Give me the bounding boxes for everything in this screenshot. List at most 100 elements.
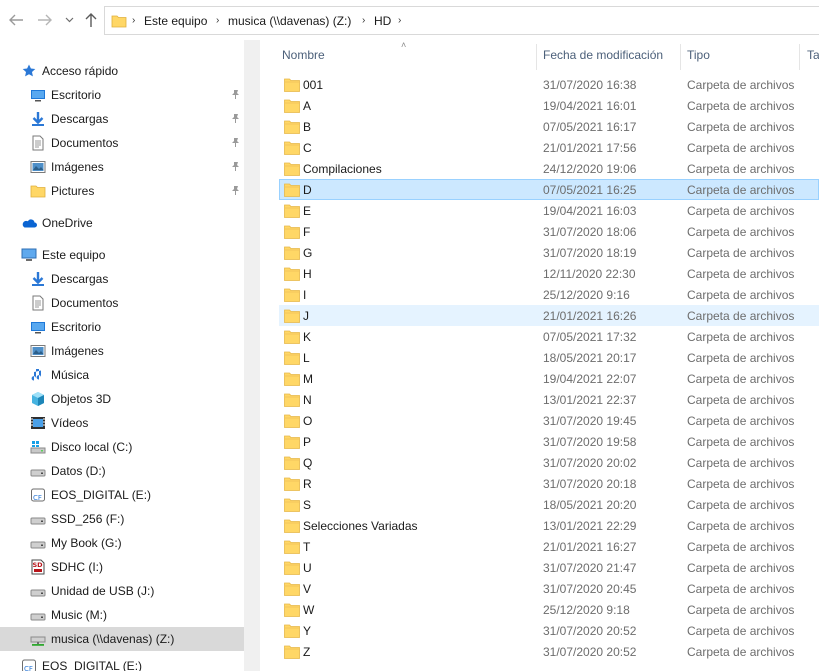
chevron-right-icon[interactable]: ›: [132, 15, 135, 26]
column-divider[interactable]: [680, 44, 681, 70]
sidebar-item[interactable]: Datos (D:): [0, 459, 244, 483]
desktop-icon: [30, 319, 46, 335]
file-name: B: [303, 120, 312, 134]
file-name: Z: [303, 645, 311, 659]
file-row[interactable]: O 31/07/2020 19:45 Carpeta de archivos: [279, 410, 819, 431]
file-row[interactable]: W 25/12/2020 9:18 Carpeta de archivos: [279, 599, 819, 620]
address-bar[interactable]: › Este equipo › musica (\\davenas) (Z:) …: [104, 6, 819, 35]
sidebar-item[interactable]: Disco local (C:): [0, 435, 244, 459]
folder-icon: [284, 582, 300, 596]
pin-icon[interactable]: [230, 161, 241, 172]
breadcrumb-este-equipo[interactable]: Este equipo: [144, 14, 207, 28]
file-name: P: [303, 435, 312, 449]
sidebar-item[interactable]: Documentos: [0, 291, 244, 315]
sidebar-item-label: Escritorio: [51, 320, 102, 334]
pin-icon[interactable]: [230, 113, 241, 124]
sidebar-item[interactable]: CF EOS_DIGITAL (E:): [0, 483, 244, 507]
pin-icon[interactable]: [230, 89, 241, 100]
file-row[interactable]: Y 31/07/2020 20:52 Carpeta de archivos: [279, 620, 819, 641]
onedrive-icon: [21, 215, 37, 231]
file-type: Carpeta de archivos: [687, 183, 795, 197]
sidebar-item[interactable]: Escritorio: [0, 315, 244, 339]
file-row[interactable]: 001 31/07/2020 16:38 Carpeta de archivos: [279, 74, 819, 95]
pin-icon[interactable]: [230, 137, 241, 148]
sidebar-item[interactable]: musica (\\davenas) (Z:): [0, 627, 244, 651]
sidebar-item[interactable]: Pictures: [0, 179, 244, 203]
file-row[interactable]: J 21/01/2021 16:26 Carpeta de archivos: [279, 305, 819, 326]
file-row[interactable]: B 07/05/2021 16:17 Carpeta de archivos: [279, 116, 819, 137]
file-row[interactable]: F 31/07/2020 18:06 Carpeta de archivos: [279, 221, 819, 242]
folder-icon: [284, 288, 300, 302]
column-header-name[interactable]: Nombre: [282, 48, 325, 62]
pictures-icon: [30, 159, 46, 175]
sidebar-item-label: Descargas: [51, 112, 109, 126]
sidebar-item[interactable]: My Book (G:): [0, 531, 244, 555]
sidebar-item[interactable]: Imágenes: [0, 339, 244, 363]
sidebar-item[interactable]: Escritorio: [0, 83, 244, 107]
sidebar-item[interactable]: Este equipo: [0, 243, 244, 267]
column-divider[interactable]: [799, 44, 800, 70]
recent-locations-button[interactable]: [60, 10, 78, 30]
column-header-type[interactable]: Tipo: [687, 48, 710, 62]
file-row[interactable]: D 07/05/2021 16:25 Carpeta de archivos: [279, 179, 819, 200]
sidebar-item[interactable]: Imágenes: [0, 155, 244, 179]
sidebar-item[interactable]: Music (M:): [0, 603, 244, 627]
file-date: 31/07/2020 21:47: [543, 561, 637, 575]
sidebar-item[interactable]: Unidad de USB (J:): [0, 579, 244, 603]
file-row[interactable]: V 31/07/2020 20:45 Carpeta de archivos: [279, 578, 819, 599]
file-row[interactable]: Compilaciones 24/12/2020 19:06 Carpeta de …: [279, 158, 819, 179]
chevron-right-icon[interactable]: ›: [362, 15, 365, 26]
sidebar-item[interactable]: Música: [0, 363, 244, 387]
file-row[interactable]: M 19/04/2021 22:07 Carpeta de archivos: [279, 368, 819, 389]
breadcrumb-musica-drive[interactable]: musica (\\davenas) (Z:): [228, 14, 351, 28]
pin-icon[interactable]: [230, 185, 241, 196]
chevron-right-icon[interactable]: ›: [398, 15, 401, 26]
back-button[interactable]: [6, 10, 26, 30]
sidebar-item[interactable]: SSD_256 (F:): [0, 507, 244, 531]
breadcrumb-hd[interactable]: HD: [374, 14, 391, 28]
column-header-size[interactable]: Ta: [807, 48, 819, 62]
file-row[interactable]: Q 31/07/2020 20:02 Carpeta de archivos: [279, 452, 819, 473]
sidebar-item[interactable]: SD SDHC (I:): [0, 555, 244, 579]
file-name: L: [303, 351, 310, 365]
file-row[interactable]: G 31/07/2020 18:19 Carpeta de archivos: [279, 242, 819, 263]
file-date: 25/12/2020 9:16: [543, 288, 630, 302]
sidebar-item[interactable]: Descargas: [0, 267, 244, 291]
column-header-date[interactable]: Fecha de modificación: [543, 48, 663, 62]
file-date: 21/01/2021 17:56: [543, 141, 637, 155]
file-row[interactable]: C 21/01/2021 17:56 Carpeta de archivos: [279, 137, 819, 158]
file-row[interactable]: L 18/05/2021 20:17 Carpeta de archivos: [279, 347, 819, 368]
file-name: F: [303, 225, 311, 239]
sidebar-item[interactable]: Descargas: [0, 107, 244, 131]
up-button[interactable]: [81, 10, 101, 30]
sidebar-item[interactable]: Acceso rápido: [0, 59, 244, 83]
file-type: Carpeta de archivos: [687, 540, 795, 554]
file-row[interactable]: S 18/05/2021 20:20 Carpeta de archivos: [279, 494, 819, 515]
file-type: Carpeta de archivos: [687, 414, 795, 428]
drive-icon: [30, 511, 46, 527]
file-row[interactable]: N 13/01/2021 22:37 Carpeta de archivos: [279, 389, 819, 410]
file-row[interactable]: P 31/07/2020 19:58 Carpeta de archivos: [279, 431, 819, 452]
file-row[interactable]: E 19/04/2021 16:03 Carpeta de archivos: [279, 200, 819, 221]
sidebar-item[interactable]: OneDrive: [0, 211, 244, 235]
file-row[interactable]: T 21/01/2021 16:27 Carpeta de archivos: [279, 536, 819, 557]
file-row[interactable]: R 31/07/2020 20:18 Carpeta de archivos: [279, 473, 819, 494]
file-type: Carpeta de archivos: [687, 624, 795, 638]
column-divider[interactable]: [536, 44, 537, 70]
chevron-right-icon[interactable]: ›: [216, 15, 219, 26]
forward-button[interactable]: [35, 10, 55, 30]
file-row[interactable]: Selecciones Variadas 13/01/2021 22:29 Carp…: [279, 515, 819, 536]
file-date: 19/04/2021 16:03: [543, 204, 637, 218]
sidebar-item[interactable]: Objetos 3D: [0, 387, 244, 411]
sidebar-item[interactable]: CF EOS_DIGITAL (E:): [0, 654, 244, 671]
file-row[interactable]: A 19/04/2021 16:01 Carpeta de archivos: [279, 95, 819, 116]
file-row[interactable]: K 07/05/2021 17:32 Carpeta de archivos: [279, 326, 819, 347]
sidebar-item[interactable]: Documentos: [0, 131, 244, 155]
file-row[interactable]: I 25/12/2020 9:16 Carpeta de archivos: [279, 284, 819, 305]
file-row[interactable]: H 12/11/2020 22:30 Carpeta de archivos: [279, 263, 819, 284]
sidebar-item[interactable]: Vídeos: [0, 411, 244, 435]
file-row[interactable]: U 31/07/2020 21:47 Carpeta de archivos: [279, 557, 819, 578]
file-row[interactable]: Z 31/07/2020 20:52 Carpeta de archivos: [279, 641, 819, 662]
file-type: Carpeta de archivos: [687, 330, 795, 344]
navigation-pane-scrollbar[interactable]: [244, 40, 260, 671]
